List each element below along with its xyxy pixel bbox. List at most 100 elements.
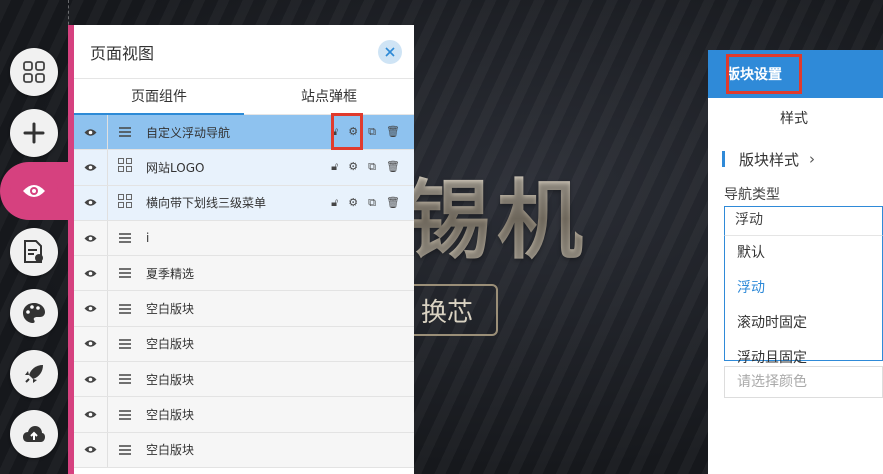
unlock-icon[interactable]: 🔓︎: [331, 196, 338, 210]
add-button[interactable]: [10, 109, 58, 157]
trash-icon[interactable]: 🗑︎: [386, 125, 400, 139]
trash-icon[interactable]: 🗑︎: [386, 196, 400, 210]
list-item-label: 空白版块: [146, 337, 195, 352]
list-item-label: 空白版块: [146, 408, 195, 423]
rocket-icon: [25, 365, 43, 383]
panel-tabs: 页面组件 站点弹框: [74, 79, 414, 115]
trash-icon[interactable]: 🗑︎: [386, 160, 400, 174]
drag-handle-icon: [119, 445, 131, 455]
eye-icon: [84, 234, 97, 242]
grid-icon: [118, 158, 132, 173]
chevron-right-icon: ›: [809, 150, 816, 168]
eye-icon: [84, 340, 97, 348]
drag-handle-icon: [119, 374, 131, 385]
close-button[interactable]: [378, 39, 402, 64]
upload-button[interactable]: [10, 410, 58, 458]
nav-type-option[interactable]: 滚动时固定: [725, 306, 882, 341]
settings-highlight-box: [331, 113, 363, 150]
visibility-toggle[interactable]: [74, 326, 108, 362]
drag-handle-icon: [119, 339, 131, 349]
list-item-label: 自定义浮动导航: [146, 125, 231, 140]
section-title: 版块样式: [739, 150, 800, 169]
list-item-label: 夏季精选: [146, 266, 195, 281]
section-block-style[interactable]: 版块样式 ›: [708, 140, 883, 178]
gear-icon[interactable]: ⚙︎: [348, 196, 358, 210]
list-item-label: 网站LOGO: [146, 160, 205, 175]
theme-button[interactable]: [10, 289, 58, 337]
list-item[interactable]: i: [74, 220, 414, 257]
list-item[interactable]: 自定义浮动导航 🔓︎ ⚙︎ ⧉ 🗑︎: [74, 115, 414, 151]
list-item-label: 空白版块: [146, 302, 195, 317]
drag-handle[interactable]: [108, 370, 142, 388]
hero-heading: 锡机: [405, 150, 589, 275]
settings-header: 版块设置: [708, 50, 883, 98]
list-item[interactable]: 空白版块: [74, 397, 414, 433]
copy-icon[interactable]: ⧉: [368, 160, 376, 174]
tab-page-components[interactable]: 页面组件: [74, 79, 244, 115]
drag-handle[interactable]: [108, 406, 142, 424]
eye-icon: [84, 411, 97, 418]
components-button[interactable]: [10, 48, 58, 96]
visibility-toggle[interactable]: [74, 220, 108, 256]
visibility-toggle[interactable]: [74, 115, 108, 150]
grid-icon: [118, 193, 132, 208]
drag-handle[interactable]: [108, 300, 142, 318]
list-item[interactable]: 空白版块: [74, 432, 414, 468]
list-item[interactable]: 网站LOGO 🔓︎ ⚙︎ ⧉ 🗑︎: [74, 150, 414, 186]
drag-handle[interactable]: [108, 158, 142, 176]
list-item[interactable]: 夏季精选: [74, 256, 414, 292]
list-item-label: 横向带下划线三级菜单: [146, 196, 267, 211]
visibility-toggle[interactable]: [74, 432, 108, 467]
color-picker-input[interactable]: 请选择颜色: [724, 366, 883, 398]
copy-icon[interactable]: ⧉: [368, 196, 376, 210]
unlock-icon[interactable]: 🔓︎: [331, 160, 338, 174]
gear-icon[interactable]: ⚙︎: [348, 160, 358, 174]
drag-handle[interactable]: [108, 264, 142, 282]
tab-style[interactable]: 样式: [708, 98, 883, 140]
nav-type-select[interactable]: 浮动: [724, 206, 883, 235]
list-item[interactable]: 横向带下划线三级菜单 🔓︎ ⚙︎ ⧉ 🗑︎: [74, 185, 414, 221]
drag-handle-icon: [119, 268, 131, 279]
document-settings-icon: [24, 240, 43, 263]
apps-grid-icon: [23, 61, 45, 83]
nav-type-option[interactable]: 浮动: [725, 271, 882, 306]
row-actions: 🔓︎ ⚙︎ ⧉ 🗑︎: [331, 160, 414, 174]
block-settings-panel: 版块设置 样式 版块样式 › 导航类型 浮动 默认 浮动 滚动时固定 浮动且固定 请选…: [708, 50, 883, 474]
drag-handle-icon: [119, 127, 131, 137]
eye-icon: [84, 128, 97, 136]
visibility-toggle[interactable]: [74, 397, 108, 432]
copy-icon[interactable]: ⧉: [368, 125, 376, 139]
page-settings-button[interactable]: [10, 228, 58, 276]
eye-icon: [84, 164, 97, 171]
nav-type-dropdown: 默认 浮动 滚动时固定 浮动且固定: [724, 235, 883, 366]
panel-header: 页面视图: [74, 25, 414, 79]
list-item-label: 空白版块: [146, 372, 195, 387]
visibility-toggle[interactable]: [74, 291, 108, 326]
tab-site-popups[interactable]: 站点弹框: [244, 79, 414, 114]
page-view-panel: 页面视图 页面组件 站点弹框 自定义浮动导航 🔓︎ ⚙︎ ⧉ 🗑︎ 网站LOGO 🔓︎ ⚙︎ ⧉…: [68, 25, 414, 474]
drag-handle-icon: [119, 409, 131, 420]
cloud-upload-icon: [23, 426, 45, 442]
eye-icon: [84, 270, 97, 277]
drag-handle[interactable]: [108, 335, 142, 353]
section-marker: [722, 151, 725, 167]
visibility-toggle[interactable]: [74, 362, 108, 397]
list-item[interactable]: 空白版块: [74, 291, 414, 327]
visibility-toggle[interactable]: [74, 150, 108, 185]
list-item-label: 空白版块: [146, 443, 195, 458]
drag-handle[interactable]: [108, 441, 142, 459]
drag-handle[interactable]: [108, 123, 142, 141]
publish-button[interactable]: [10, 350, 58, 398]
visibility-toggle[interactable]: [74, 256, 108, 291]
list-item[interactable]: 空白版块: [74, 326, 414, 363]
palette-icon: [23, 303, 45, 323]
drag-handle[interactable]: [108, 229, 142, 247]
visibility-toggle[interactable]: [74, 185, 108, 220]
close-icon: [385, 46, 395, 57]
settings-title-highlight: [726, 54, 802, 94]
drag-handle[interactable]: [108, 193, 142, 212]
list-item-label: i: [146, 231, 150, 246]
page-view-button[interactable]: [10, 167, 58, 215]
list-item[interactable]: 空白版块: [74, 362, 414, 398]
nav-type-option[interactable]: 默认: [725, 236, 882, 271]
